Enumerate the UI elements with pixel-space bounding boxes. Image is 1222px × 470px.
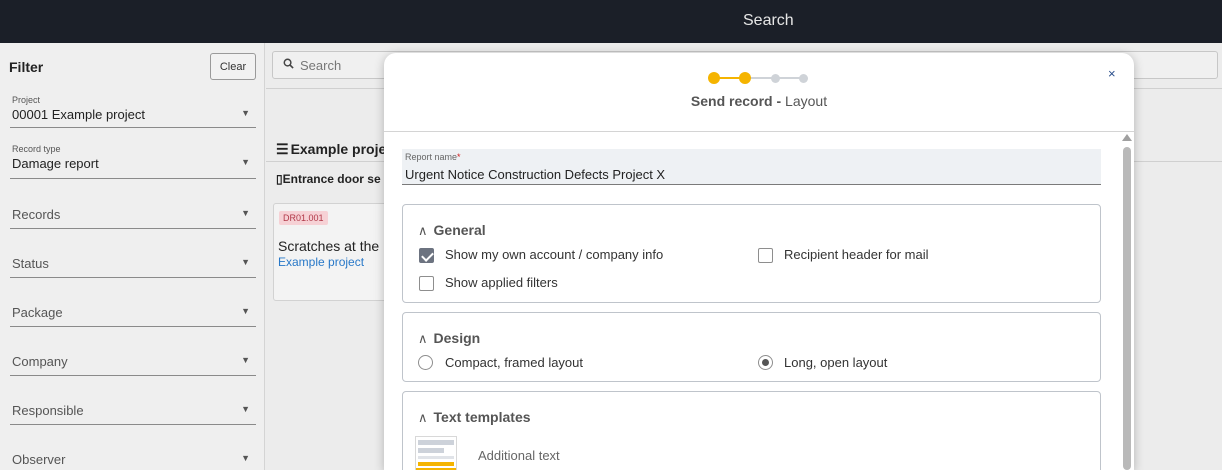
- chevron-up-icon: ∧: [418, 410, 428, 425]
- package-filter-label: Package: [12, 305, 63, 320]
- status-filter-label: Status: [12, 256, 49, 271]
- show-own-account-checkbox[interactable]: [419, 248, 434, 263]
- dropdown-caret-icon: ▼: [241, 108, 250, 118]
- group-heading: ▯Entrance door se: [276, 172, 381, 186]
- dropdown-caret-icon: ▼: [241, 257, 250, 267]
- project-value: 00001 Example project: [12, 107, 145, 122]
- top-bar: Search: [0, 0, 1222, 43]
- template-thumbnail[interactable]: [415, 436, 457, 470]
- text-templates-toggle[interactable]: ∧ Text templates: [418, 409, 531, 426]
- dialog-title-bold: Send record -: [690, 93, 782, 109]
- record-title: Scratches at the: [278, 238, 380, 254]
- recipient-header-checkbox[interactable]: [758, 248, 773, 263]
- company-filter[interactable]: Company ▼: [10, 354, 256, 376]
- dropdown-caret-icon: ▼: [241, 157, 250, 167]
- observer-filter-label: Observer: [12, 452, 66, 467]
- record-id-badge: DR01.001: [279, 211, 328, 225]
- progress-stepper: [708, 71, 808, 85]
- dropdown-caret-icon: ▼: [241, 208, 250, 218]
- long-layout-radio[interactable]: [758, 355, 773, 370]
- recipient-header-label: Recipient header for mail: [784, 247, 929, 262]
- list-heading-text: Example proje: [290, 141, 387, 157]
- project-select[interactable]: Project 00001 Example project ▼: [10, 95, 256, 128]
- report-name-label: Report name*: [405, 152, 461, 162]
- dialog-title: Send record - Layout: [384, 93, 1134, 109]
- filter-title: Filter: [9, 59, 44, 75]
- page-title: Search: [743, 12, 794, 29]
- step-connector: [718, 77, 741, 79]
- show-filters-label: Show applied filters: [445, 275, 558, 290]
- search-placeholder: Search: [300, 58, 342, 73]
- step-3-dot: [771, 74, 780, 83]
- scrollbar-thumb[interactable]: [1123, 147, 1131, 470]
- general-section-toggle[interactable]: ∧ General: [418, 222, 486, 239]
- responsible-filter-label: Responsible: [12, 403, 84, 418]
- group-heading-text: Entrance door se: [282, 172, 381, 186]
- report-name-value: Urgent Notice Construction Defects Proje…: [405, 167, 666, 182]
- step-4-dot: [799, 74, 808, 83]
- package-filter[interactable]: Package ▼: [10, 305, 256, 327]
- additional-text-label[interactable]: Additional text: [478, 448, 560, 463]
- general-section: ∧ General Show my own account / company i…: [402, 204, 1101, 303]
- project-label: Project: [12, 95, 41, 105]
- record-type-select[interactable]: Record type Damage report ▼: [10, 144, 256, 179]
- close-icon[interactable]: ×: [1108, 66, 1116, 81]
- dialog-title-step: Layout: [781, 93, 828, 109]
- records-filter-label: Records: [12, 207, 61, 222]
- filter-sidebar: Filter Clear Project 00001 Example proje…: [0, 43, 265, 470]
- step-2-dot: [739, 72, 751, 84]
- report-name-field[interactable]: Report name* Urgent Notice Construction …: [402, 149, 1101, 185]
- chevron-up-icon: ∧: [418, 223, 428, 238]
- dialog-scrollbar[interactable]: [1120, 133, 1134, 470]
- text-templates-section: ∧ Text templates Additional text: [402, 391, 1101, 470]
- show-filters-checkbox[interactable]: [419, 276, 434, 291]
- dialog-header: Send record - Layout ×: [384, 53, 1134, 132]
- record-type-label: Record type: [12, 144, 61, 154]
- dropdown-caret-icon: ▼: [241, 453, 250, 463]
- scroll-up-icon[interactable]: [1122, 134, 1132, 141]
- search-icon: [283, 58, 294, 72]
- dropdown-caret-icon: ▼: [241, 355, 250, 365]
- company-filter-label: Company: [12, 354, 68, 369]
- list-icon: ☰: [276, 141, 289, 157]
- clear-filters-button[interactable]: Clear: [210, 53, 256, 80]
- dropdown-caret-icon: ▼: [241, 404, 250, 414]
- record-project-link[interactable]: Example project: [278, 255, 364, 269]
- records-filter[interactable]: Records ▼: [10, 207, 256, 229]
- clipboard-icon: ▯: [276, 172, 283, 186]
- step-1-dot: [708, 72, 720, 84]
- observer-filter[interactable]: Observer ▼: [10, 452, 256, 470]
- show-own-account-label: Show my own account / company info: [445, 247, 664, 262]
- dropdown-caret-icon: ▼: [241, 306, 250, 316]
- compact-layout-radio[interactable]: [418, 355, 433, 370]
- long-layout-label: Long, open layout: [784, 355, 888, 370]
- design-section: ∧ Design Compact, framed layout Long, ope…: [402, 312, 1101, 382]
- status-filter[interactable]: Status ▼: [10, 256, 256, 278]
- chevron-up-icon: ∧: [418, 331, 428, 346]
- list-heading: ☰ Example proje: [276, 141, 386, 158]
- compact-layout-label: Compact, framed layout: [445, 355, 584, 370]
- design-section-toggle[interactable]: ∧ Design: [418, 330, 480, 347]
- responsible-filter[interactable]: Responsible ▼: [10, 403, 256, 425]
- record-type-value: Damage report: [12, 156, 99, 171]
